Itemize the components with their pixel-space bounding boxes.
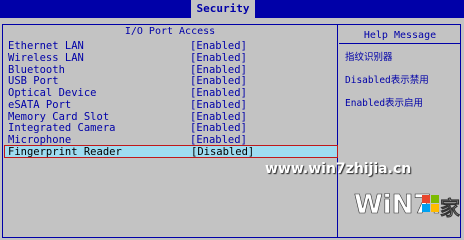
setting-label: Fingerprint Reader bbox=[8, 146, 122, 158]
setting-value[interactable]: [Enabled] bbox=[190, 52, 247, 64]
setting-label: Optical Device bbox=[8, 87, 97, 99]
setting-label: Wireless LAN bbox=[8, 52, 84, 64]
help-text-line: Disabled表示禁用 bbox=[345, 75, 429, 86]
help-title: Help Message bbox=[363, 30, 437, 41]
setting-label: Integrated Camera bbox=[8, 122, 116, 134]
tab-security[interactable]: Security bbox=[191, 0, 255, 19]
setting-row-esata-port[interactable]: eSATA Port [Enabled] bbox=[6, 99, 336, 111]
setting-row-usb-port[interactable]: USB Port [Enabled] bbox=[6, 75, 336, 87]
setting-label: USB Port bbox=[8, 75, 59, 87]
setting-row-wireless-lan[interactable]: Wireless LAN [Enabled] bbox=[6, 52, 336, 64]
setting-row-fingerprint-reader[interactable]: Fingerprint Reader [Disabled] bbox=[4, 145, 338, 158]
setting-value[interactable]: [Enabled] bbox=[190, 87, 247, 99]
setting-row-ethernet-lan[interactable]: Ethernet LAN [Enabled] bbox=[6, 40, 336, 52]
setting-label: eSATA Port bbox=[8, 99, 72, 111]
tab-bar: Security bbox=[0, 0, 464, 19]
setting-value[interactable]: [Enabled] bbox=[190, 122, 247, 134]
setting-value[interactable]: [Disabled] bbox=[191, 146, 254, 158]
watermark-logo-suffix: 家 bbox=[440, 196, 460, 220]
help-text-line: Enabled表示启用 bbox=[345, 98, 424, 109]
setting-row-integrated-camera[interactable]: Integrated Camera [Enabled] bbox=[6, 122, 336, 134]
panel-divider bbox=[337, 24, 338, 238]
setting-label: Ethernet LAN bbox=[8, 40, 84, 52]
setting-value[interactable]: [Enabled] bbox=[190, 75, 247, 87]
watermark-logo: WiN7. 家 bbox=[354, 190, 460, 221]
setting-value[interactable]: [Enabled] bbox=[190, 99, 247, 111]
help-separator bbox=[339, 43, 461, 44]
setting-value[interactable]: [Enabled] bbox=[190, 40, 247, 52]
page-title: I/O Port Access bbox=[124, 26, 216, 37]
setting-row-optical-device[interactable]: Optical Device [Enabled] bbox=[6, 87, 336, 99]
help-text-line: 指纹识别器 bbox=[345, 52, 393, 63]
